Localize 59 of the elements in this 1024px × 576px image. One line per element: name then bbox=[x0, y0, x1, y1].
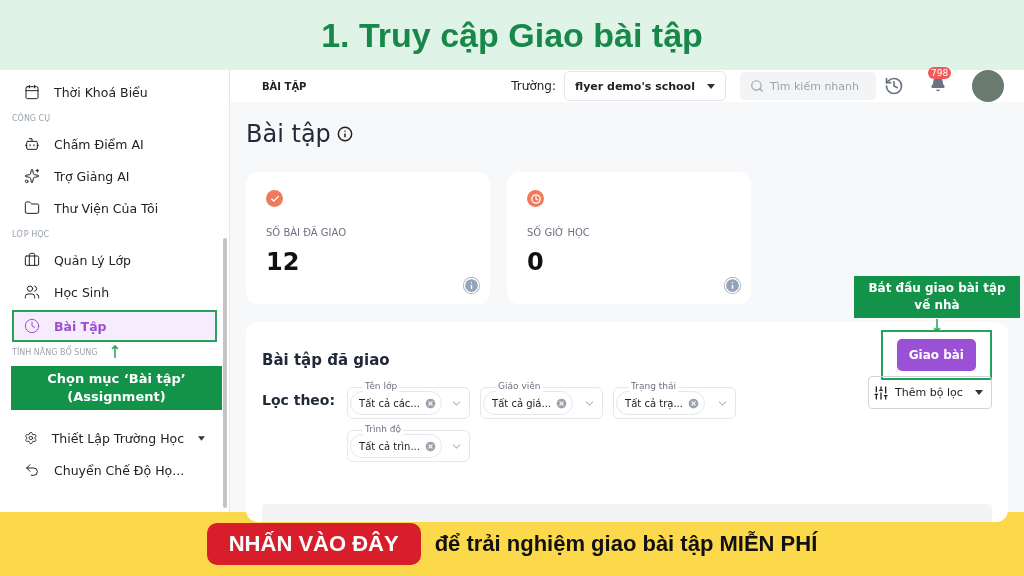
up-arrow-icon bbox=[111, 345, 120, 359]
stat-label: SỐ BÀI ĐÃ GIAO bbox=[266, 227, 348, 238]
sliders-icon bbox=[873, 384, 889, 401]
clock-icon bbox=[527, 190, 544, 207]
clear-icon[interactable] bbox=[423, 439, 437, 453]
stat-value: 0 bbox=[527, 248, 545, 276]
sidebar-item-icon bbox=[24, 136, 40, 152]
add-filter-button[interactable]: Thêm bộ lọc bbox=[868, 376, 992, 409]
sidebar-item-icon bbox=[24, 168, 40, 184]
filter-legend: Trạng thái bbox=[629, 380, 678, 393]
banner-title: 1. Truy cập Giao bài tập bbox=[321, 15, 703, 55]
check-icon bbox=[266, 190, 283, 207]
stat-value: 12 bbox=[266, 248, 301, 276]
sidebar-item-icon bbox=[24, 318, 40, 334]
sidebar-item-icon bbox=[24, 284, 40, 300]
scrollbar[interactable] bbox=[223, 238, 227, 508]
sidebar-item-icon bbox=[24, 462, 40, 479]
sidebar-item[interactable]: Thiết Lập Trường Học bbox=[12, 422, 217, 455]
sidebar-item[interactable]: Chuyển Chế Độ Họ... bbox=[12, 454, 217, 487]
sidebar-item[interactable]: Thư Viện Của Tôi bbox=[12, 192, 217, 224]
cta-button[interactable]: NHẤN VÀO ĐÂY bbox=[206, 523, 421, 565]
sidebar-item-icon bbox=[24, 84, 40, 100]
callout-note: Bắt đầu giao bài tập về nhà bbox=[854, 276, 1020, 318]
filter-legend: Tên lớp bbox=[363, 380, 400, 393]
search-icon bbox=[750, 79, 764, 93]
filter-legend: Trình độ bbox=[363, 423, 403, 436]
sidebar-item[interactable]: Trợ Giảng AI bbox=[12, 160, 217, 192]
caret-icon bbox=[707, 83, 715, 89]
section-label: LỚP HỌC bbox=[12, 229, 50, 239]
page-title: Bài tập bbox=[246, 120, 331, 148]
sidebar-item-icon bbox=[24, 430, 38, 447]
school-select[interactable]: flyer demo's school bbox=[564, 71, 726, 101]
sidebar-item[interactable]: Học Sinh bbox=[12, 276, 217, 308]
filter-legend: Giáo viên bbox=[496, 380, 543, 393]
section-label: TÍNH NĂNG BỔ SUNG bbox=[12, 347, 98, 357]
clear-icon[interactable] bbox=[423, 396, 437, 410]
bell-icon[interactable] bbox=[930, 76, 946, 92]
section-label: CÔNG CỤ bbox=[12, 113, 51, 123]
info-icon[interactable] bbox=[336, 126, 353, 142]
stat-label: SỐ GIỜ HỌC bbox=[527, 227, 591, 238]
sidebar-item[interactable]: Thời Khoá Biểu bbox=[12, 76, 217, 108]
panel-title: Bài tập đã giao bbox=[262, 351, 390, 369]
avatar[interactable] bbox=[972, 70, 1004, 102]
sidebar-item-icon bbox=[24, 200, 40, 216]
sidebar-item[interactable]: Bài Tập bbox=[12, 310, 217, 342]
clear-icon[interactable] bbox=[686, 396, 700, 410]
sidebar-item[interactable]: Chấm Điểm AI bbox=[12, 128, 217, 160]
assign-button[interactable]: Giao bài bbox=[896, 339, 976, 371]
clear-icon[interactable] bbox=[555, 396, 569, 410]
caret-icon bbox=[975, 390, 983, 395]
notification-badge: 798 bbox=[928, 67, 952, 79]
history-icon[interactable] bbox=[884, 76, 904, 96]
breadcrumb: BÀI TẬP bbox=[262, 80, 307, 92]
school-label: Trường: bbox=[511, 79, 556, 93]
callout-note: Chọn mục ‘Bài tập’ (Assignment) bbox=[11, 366, 222, 411]
filter-label: Lọc theo: bbox=[262, 392, 336, 408]
sidebar-item-icon bbox=[24, 252, 40, 268]
sidebar-item[interactable]: Quản Lý Lớp bbox=[12, 244, 217, 276]
cta-text: để trải nghiệm giao bài tập MIỄN PHÍ bbox=[434, 531, 818, 557]
